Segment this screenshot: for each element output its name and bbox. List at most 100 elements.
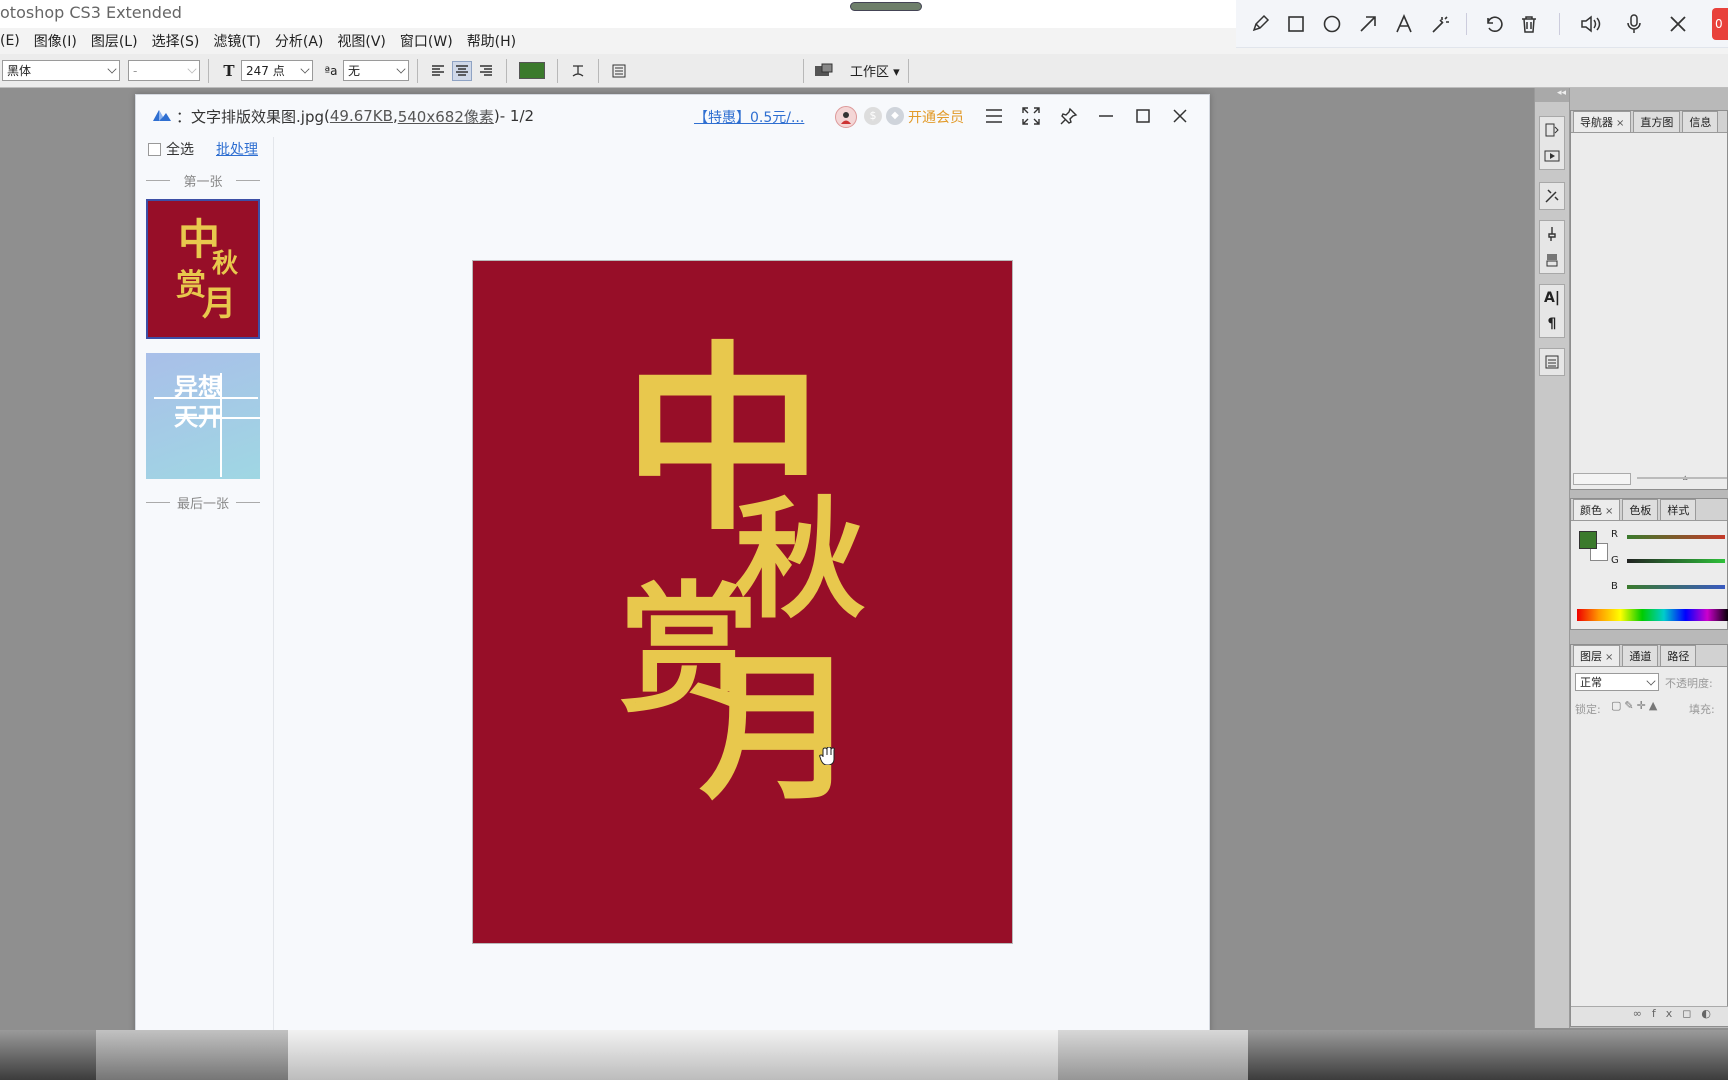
dimensions-link[interactable]: 540x682像素 [398, 106, 494, 127]
channel-r-slider[interactable] [1627, 535, 1725, 539]
menu-image[interactable]: 图像(I) [34, 31, 77, 51]
tab-paths[interactable]: 路径 [1660, 645, 1697, 666]
main-image-preview[interactable]: 中 秋 赏 月 [472, 260, 1013, 944]
tab-info[interactable]: 信息 [1682, 111, 1719, 132]
align-center-icon[interactable] [452, 60, 472, 81]
menu-help[interactable]: 帮助(H) [467, 31, 516, 51]
select-all-row[interactable]: 全选 [148, 139, 194, 159]
first-image-label: 第一张 [183, 175, 223, 190]
menu-filter[interactable]: 滤镜(T) [213, 31, 260, 51]
menu-window[interactable]: 窗口(W) [400, 31, 453, 51]
align-left-icon[interactable] [428, 61, 448, 81]
arrow-icon[interactable] [1350, 6, 1386, 42]
taskbar-item[interactable] [96, 1030, 288, 1080]
font-family-select[interactable]: 黑体 [2, 60, 120, 81]
thumbnail-1[interactable]: 中 秋 赏 月 [146, 199, 260, 339]
maximize-icon[interactable] [1128, 101, 1158, 131]
first-image-divider: 第一张 [146, 171, 260, 190]
record-badge[interactable]: 0 [1712, 8, 1728, 40]
menu-view[interactable]: 视图(V) [337, 31, 386, 51]
separator [907, 58, 909, 83]
menu-select[interactable]: 选择(S) [152, 31, 200, 51]
panel-column: 导航器× 直方图 信息 ▵ 颜色× 色板 样式 R G B 图层× 通道 路径 … [1570, 88, 1728, 1028]
last-image-label: 最后一张 [176, 497, 229, 512]
fullscreen-icon[interactable] [1016, 101, 1046, 131]
undo-icon[interactable] [1475, 6, 1511, 42]
channel-g-slider[interactable] [1627, 559, 1725, 563]
channel-b-slider[interactable] [1627, 585, 1725, 589]
close-icon[interactable] [1165, 101, 1195, 131]
minimize-icon[interactable] [1091, 101, 1121, 131]
clone-source-icon[interactable] [1540, 247, 1564, 273]
blend-mode-select[interactable]: 正常 [1575, 673, 1659, 691]
workspace-menu[interactable]: 工作区 ▾ [850, 61, 900, 80]
tab-styles[interactable]: 样式 [1660, 499, 1697, 520]
close-icon[interactable]: × [1605, 506, 1613, 517]
dock-group-tool-presets [1539, 182, 1565, 210]
dock-group-brushes [1539, 220, 1565, 274]
thumb1-char: 月 [202, 284, 236, 324]
lock-icons[interactable]: ▢✎✛▲ [1611, 699, 1660, 712]
antialias-select[interactable]: 无 [343, 60, 409, 81]
menu-edit[interactable]: (E) [0, 33, 20, 49]
character-panel-icon[interactable] [609, 61, 629, 81]
thumb1-char: 秋 [212, 249, 239, 279]
warp-text-icon[interactable] [568, 61, 588, 81]
tool-presets-icon[interactable] [1540, 183, 1564, 209]
dock-collapse-icon[interactable]: ◂◂ [1535, 88, 1569, 102]
rectangle-icon[interactable] [1278, 6, 1314, 42]
circle-icon[interactable] [1314, 6, 1350, 42]
recording-indicator [850, 2, 922, 11]
layer-actions-bar[interactable]: ∞fx◻◐ [1571, 1006, 1728, 1026]
menu-layer[interactable]: 图层(L) [91, 31, 138, 51]
zoom-slider[interactable] [1637, 477, 1727, 479]
font-size-select[interactable]: 247 点 [241, 60, 313, 81]
font-style-select[interactable]: - [128, 60, 200, 81]
text-color-swatch[interactable] [519, 62, 545, 79]
tab-channels[interactable]: 通道 [1622, 645, 1659, 666]
menu-analysis[interactable]: 分析(A) [275, 31, 324, 51]
microphone-icon[interactable] [1616, 6, 1652, 42]
thumbnail-2[interactable]: 异想 天开 [146, 353, 260, 479]
trash-icon[interactable] [1511, 6, 1547, 42]
menu-icon[interactable] [979, 101, 1009, 131]
taskbar-item[interactable] [288, 1030, 1058, 1080]
text-icon[interactable] [1386, 6, 1422, 42]
thumb2-text-bottom: 天开 [174, 403, 222, 431]
pencil-icon[interactable] [1242, 6, 1278, 42]
tab-layers[interactable]: 图层 × [1573, 645, 1621, 666]
font-size-value: 247 点 [246, 64, 285, 78]
pin-icon[interactable] [1054, 101, 1084, 131]
paragraph-icon[interactable]: ¶ [1540, 311, 1564, 337]
close-icon[interactable]: × [1616, 118, 1624, 129]
close-icon[interactable] [1660, 6, 1696, 42]
magic-wand-icon[interactable] [1422, 6, 1458, 42]
coin-icon[interactable]: $ [864, 107, 882, 125]
character-icon[interactable]: A| [1540, 285, 1564, 311]
color-spectrum-bar[interactable] [1577, 609, 1728, 621]
select-all-checkbox[interactable] [148, 142, 161, 156]
avatar[interactable] [835, 106, 857, 128]
tab-color[interactable]: 颜色 × [1573, 499, 1621, 520]
history-icon[interactable] [1540, 117, 1564, 143]
close-icon[interactable]: × [1605, 652, 1613, 663]
actions-icon[interactable] [1540, 143, 1564, 169]
tab-navigator[interactable]: 导航器 × [1573, 111, 1632, 132]
promo-link[interactable]: 【特惠】0.5元/... [694, 107, 804, 127]
fill-label: 填充: [1689, 703, 1715, 716]
zoom-field[interactable] [1573, 473, 1631, 485]
vip-icon[interactable]: ◆ [886, 107, 904, 125]
select-all-label: 全选 [166, 142, 194, 158]
vip-link[interactable]: 开通会员 [908, 107, 964, 127]
viewer-logo-icon [152, 106, 172, 126]
align-right-icon[interactable] [476, 61, 496, 81]
speaker-icon[interactable] [1572, 6, 1608, 42]
layer-comps-icon[interactable] [1540, 349, 1564, 375]
file-size-link[interactable]: 49.67KB [330, 107, 393, 125]
batch-process-link[interactable]: 批处理 [216, 139, 258, 159]
brushes-icon[interactable] [1540, 221, 1564, 247]
taskbar-item[interactable] [1058, 1030, 1248, 1080]
tab-histogram[interactable]: 直方图 [1633, 111, 1681, 132]
tab-swatches[interactable]: 色板 [1622, 499, 1659, 520]
foreground-color-swatch[interactable] [1579, 531, 1597, 549]
